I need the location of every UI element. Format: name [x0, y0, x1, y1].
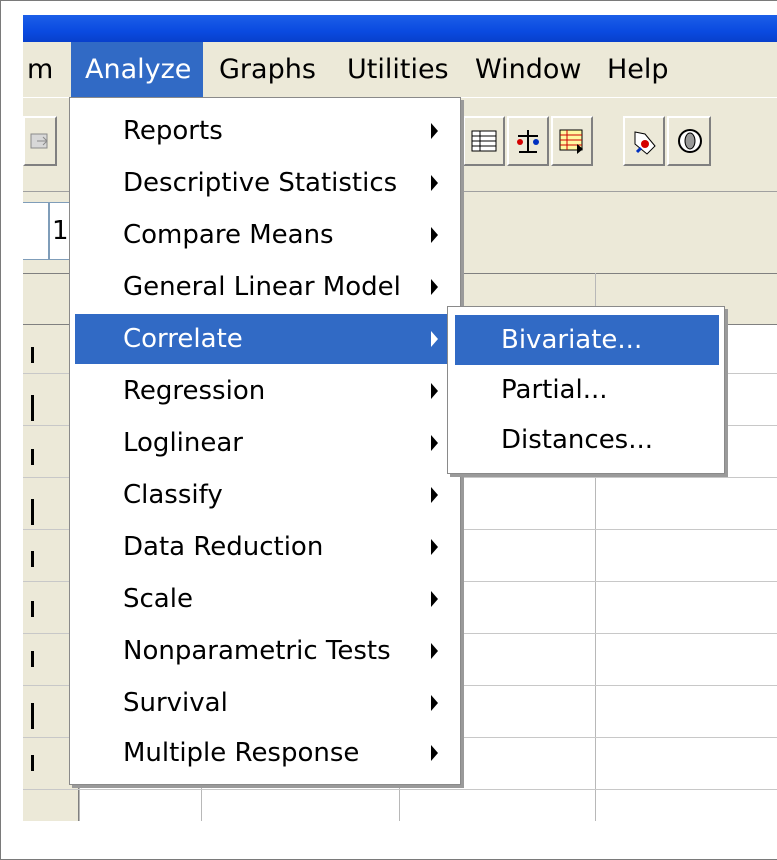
menu-item-data-reduction[interactable]: Data Reduction: [75, 522, 456, 572]
correlate-submenu: Bivariate... Partial... Distances...: [447, 306, 725, 474]
row-number: [31, 395, 34, 421]
grid-icon: [471, 130, 497, 152]
menu-item-label: Loglinear: [123, 428, 243, 458]
submenu-arrow-icon: [431, 383, 438, 399]
menu-item-label: Descriptive Statistics: [123, 168, 398, 198]
submenu-arrow-icon: [431, 487, 438, 503]
menu-item-nonparametric-tests[interactable]: Nonparametric Tests: [75, 626, 456, 676]
toolbar-button-value-labels[interactable]: [623, 116, 665, 166]
row-number: [31, 449, 34, 465]
menu-item-label: Survival: [123, 688, 228, 718]
menu-item-classify[interactable]: Classify: [75, 470, 456, 520]
menu-item-label: Scale: [123, 584, 193, 614]
row-number: [31, 755, 34, 771]
application-window: m Analyze Graphs Utilities Window Help 1: [0, 0, 777, 860]
submenu-arrow-icon: [431, 331, 438, 347]
select-cases-icon: [559, 129, 583, 154]
analyze-dropdown-menu: Reports Descriptive Statistics Compare M…: [69, 97, 461, 785]
menu-item-label: Classify: [123, 480, 223, 510]
tag-icon: [634, 131, 656, 155]
row-number: [31, 601, 34, 617]
submenu-arrow-icon: [431, 745, 438, 761]
title-bar[interactable]: [23, 15, 777, 42]
submenu-arrow-icon: [431, 695, 438, 711]
menu-graphs[interactable]: Graphs: [219, 42, 329, 97]
menu-item-compare-means[interactable]: Compare Means: [75, 210, 456, 260]
row-number: [31, 347, 34, 363]
toolbar-button-select-cases[interactable]: [551, 116, 593, 166]
submenu-arrow-icon: [431, 643, 438, 659]
cell-reference-box[interactable]: [23, 202, 49, 260]
row-number: [31, 499, 34, 525]
submenu-arrow-icon: [431, 175, 438, 191]
menu-item-scale[interactable]: Scale: [75, 574, 456, 624]
menu-item-descriptive-statistics[interactable]: Descriptive Statistics: [75, 158, 456, 208]
menu-item-loglinear[interactable]: Loglinear: [75, 418, 456, 468]
menu-bar: m Analyze Graphs Utilities Window Help: [23, 42, 777, 97]
submenu-item-distances[interactable]: Distances...: [455, 415, 719, 465]
submenu-arrow-icon: [431, 435, 438, 451]
menu-help[interactable]: Help: [607, 42, 677, 97]
balance-scale-icon: [517, 130, 539, 153]
menu-transform[interactable]: m: [23, 42, 69, 97]
toolbar-button-sets[interactable]: [667, 116, 711, 166]
row-number: [31, 551, 34, 567]
menu-item-label: Reports: [123, 116, 223, 146]
submenu-arrow-icon: [431, 591, 438, 607]
row-number: [31, 651, 34, 667]
menu-item-label: Regression: [123, 376, 266, 406]
menu-item-label: Data Reduction: [123, 532, 324, 562]
menu-item-label: General Linear Model: [123, 272, 401, 302]
menu-item-label: Nonparametric Tests: [123, 636, 391, 666]
menu-item-correlate[interactable]: Correlate: [75, 314, 456, 364]
menu-item-label: Correlate: [123, 324, 243, 354]
goto-icon: [30, 133, 48, 149]
menu-item-general-linear-model[interactable]: General Linear Model: [75, 262, 456, 312]
grid-row-divider: [23, 789, 777, 790]
menu-item-label: Compare Means: [123, 220, 334, 250]
menu-item-regression[interactable]: Regression: [75, 366, 456, 416]
toolbar-button-weight[interactable]: [507, 116, 549, 166]
submenu-arrow-icon: [431, 227, 438, 243]
toolbar-button-goto[interactable]: [23, 116, 57, 166]
submenu-item-partial[interactable]: Partial...: [455, 365, 719, 415]
toolbar-button-variables[interactable]: [463, 116, 505, 166]
menu-item-label: Multiple Response: [123, 738, 360, 768]
menu-item-survival[interactable]: Survival: [75, 678, 456, 728]
menu-item-reports[interactable]: Reports: [75, 106, 456, 156]
menu-item-multiple-response[interactable]: Multiple Response: [75, 728, 456, 778]
row-number: [31, 703, 34, 729]
submenu-item-bivariate[interactable]: Bivariate...: [455, 315, 719, 365]
submenu-arrow-icon: [431, 279, 438, 295]
submenu-arrow-icon: [431, 539, 438, 555]
menu-utilities[interactable]: Utilities: [347, 42, 457, 97]
menu-analyze[interactable]: Analyze: [71, 42, 203, 97]
menu-window[interactable]: Window: [475, 42, 585, 97]
submenu-arrow-icon: [431, 123, 438, 139]
sets-icon: [678, 129, 702, 153]
